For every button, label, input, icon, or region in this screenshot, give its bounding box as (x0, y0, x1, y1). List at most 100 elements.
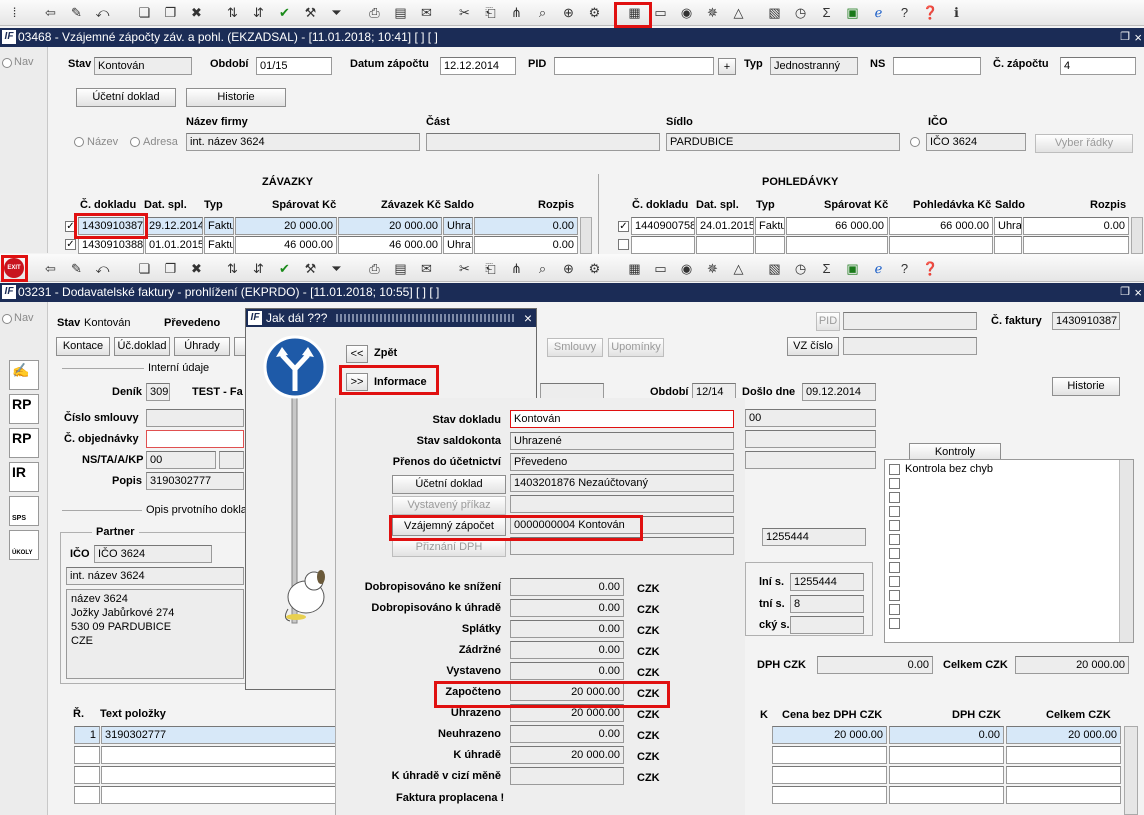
kontroly-check-4[interactable] (889, 506, 900, 517)
vzajemny-zapocet-button[interactable]: Vzájemný zápočet (392, 517, 506, 536)
dialog-close-icon[interactable]: × (524, 309, 532, 327)
wrench-icon[interactable]: ⚒ (302, 4, 319, 21)
back-icon[interactable]: ⇦ (42, 260, 59, 277)
radio-adresa[interactable] (130, 137, 140, 147)
info-icon[interactable]: ℹ (948, 4, 965, 21)
restore-icon[interactable]: ❐ (1120, 28, 1130, 47)
upominky-button[interactable]: Upomínky (608, 338, 664, 357)
zav-row2-typ[interactable]: Faktu (204, 236, 234, 254)
pid-button-2[interactable]: PID (816, 312, 840, 331)
close-icon[interactable]: × (1134, 283, 1142, 302)
vyber-radky-button[interactable]: Vyber řádky (1035, 134, 1133, 153)
zav-row2-sparovat[interactable]: 46 000.00 (235, 236, 337, 254)
item-row1-celkem[interactable]: 20 000.00 (1006, 726, 1121, 744)
cislo-zapoctu-field[interactable]: 4 (1060, 57, 1136, 75)
cut-icon[interactable]: ✂ (456, 260, 473, 277)
calculator-icon[interactable]: ▦ (626, 260, 643, 277)
excel-icon[interactable]: ▣ (844, 260, 861, 277)
zav-row1-typ[interactable]: Faktu (204, 217, 234, 235)
ucetni-doklad-button[interactable]: Účetní doklad (76, 88, 176, 107)
kontace-button[interactable]: Kontace (56, 337, 110, 356)
kontroly-scrollbar[interactable] (1119, 460, 1133, 642)
sum-icon[interactable]: Σ (818, 4, 835, 21)
filter-icon[interactable]: ⏷ (328, 260, 345, 277)
back-icon[interactable]: ⇦ (42, 4, 59, 21)
kontroly-check-2[interactable] (889, 478, 900, 489)
clock-icon[interactable]: ◷ (792, 4, 809, 21)
paste-icon[interactable]: ⎗ (482, 260, 499, 277)
poh-row1-rozpis[interactable]: 0.00 (1023, 217, 1129, 235)
zav-row1-saldo[interactable]: Uhra: (443, 217, 473, 235)
tools-icon[interactable]: ⚙ (586, 260, 603, 277)
help-context-icon[interactable]: ? (896, 4, 913, 21)
datum-zapoctu-field[interactable]: 12.12.2014 (440, 57, 516, 75)
kontroly-check-10[interactable] (889, 590, 900, 601)
zpet-button[interactable]: << (346, 345, 368, 363)
copy-record-icon[interactable]: ❐ (162, 4, 179, 21)
tree-icon[interactable]: ⋔ (508, 260, 525, 277)
sort-asc-icon[interactable]: ⇅ (224, 260, 241, 277)
item-row4-text[interactable] (101, 786, 337, 804)
cut-icon[interactable]: ✂ (456, 4, 473, 21)
report-icon[interactable]: ▧ (766, 4, 783, 21)
poh-row1-doklad[interactable]: 1440900758 (631, 217, 695, 235)
poh-row2-pohledavka[interactable] (889, 236, 993, 254)
search-icon[interactable]: ⌕ (534, 4, 551, 21)
document-icon[interactable]: ▭ (652, 260, 669, 277)
nav-radio[interactable] (2, 314, 12, 324)
item-row2-text[interactable] (101, 746, 337, 764)
item-row1-dph[interactable]: 0.00 (889, 726, 1004, 744)
kontroly-check-8[interactable] (889, 562, 900, 573)
edit-icon[interactable]: ✎ (68, 4, 85, 21)
tools-icon[interactable]: ⚙ (586, 4, 603, 21)
poh-row2-datum[interactable] (696, 236, 754, 254)
kontroly-check-7[interactable] (889, 548, 900, 559)
filter-icon[interactable]: ⏷ (328, 4, 345, 21)
poh-row1-check[interactable]: ✓ (618, 221, 629, 232)
kontroly-check-3[interactable] (889, 492, 900, 503)
browser-icon[interactable]: ℯ (870, 260, 887, 277)
new-record-icon[interactable]: ❏ (136, 4, 153, 21)
zav-row2-datum[interactable]: 01.01.2015 (145, 236, 203, 254)
vystaveny-prikaz-button[interactable]: Vystavený příkaz (392, 496, 506, 515)
kontroly-check-9[interactable] (889, 576, 900, 587)
poh-row2-typ[interactable] (755, 236, 785, 254)
item-row3-cena[interactable] (772, 766, 887, 784)
edit-icon[interactable]: ✎ (68, 260, 85, 277)
info-ucetni-doklad-button[interactable]: Účetní doklad (392, 475, 506, 494)
poh-row1-datum[interactable]: 24.01.2015 (696, 217, 754, 235)
restore-icon[interactable]: ❐ (1120, 283, 1130, 302)
zav-row1-zavazek[interactable]: 20 000.00 (338, 217, 442, 235)
confirm-icon[interactable]: ✔ (276, 4, 293, 21)
zav-row1-sparovat[interactable]: 20 000.00 (235, 217, 337, 235)
kontroly-check-12[interactable] (889, 618, 900, 629)
ns-field[interactable] (893, 57, 981, 75)
radio-ico[interactable] (910, 137, 920, 147)
item-row4-r[interactable] (74, 786, 100, 804)
browser-icon[interactable]: ℯ (870, 4, 887, 21)
wheel-icon[interactable]: ✵ (704, 260, 721, 277)
kontroly-check-5[interactable] (889, 520, 900, 531)
zav-row2-check[interactable]: ✓ (65, 239, 76, 250)
poh-row2-check[interactable] (618, 239, 629, 250)
kontroly-check-6[interactable] (889, 534, 900, 545)
cancel-icon[interactable]: ⤺ (94, 260, 111, 277)
poh-row1-pohledavka[interactable]: 66 000.00 (889, 217, 993, 235)
poh-row2-saldo[interactable] (994, 236, 1022, 254)
item-row2-celkem[interactable] (1006, 746, 1121, 764)
item-row4-cena[interactable] (772, 786, 887, 804)
vz-cislo-button[interactable]: VZ číslo (787, 337, 839, 356)
export-icon[interactable]: ▤ (392, 4, 409, 21)
zav-row1-datum[interactable]: 29.12.2014 (145, 217, 203, 235)
item-row2-r[interactable] (74, 746, 100, 764)
wheel-icon[interactable]: ✵ (704, 4, 721, 21)
zav-row2-saldo[interactable]: Uhra: (443, 236, 473, 254)
item-row3-r[interactable] (74, 766, 100, 784)
smlouvy-button[interactable]: Smlouvy (547, 338, 603, 357)
help-context-icon[interactable]: ? (896, 260, 913, 277)
wrench-icon[interactable]: ⚒ (302, 260, 319, 277)
obdobi-field[interactable]: 01/15 (256, 57, 332, 75)
poh-row2-doklad[interactable] (631, 236, 695, 254)
uhrady-button[interactable]: Úhrady (174, 337, 230, 356)
mail-icon[interactable]: ✉ (418, 260, 435, 277)
